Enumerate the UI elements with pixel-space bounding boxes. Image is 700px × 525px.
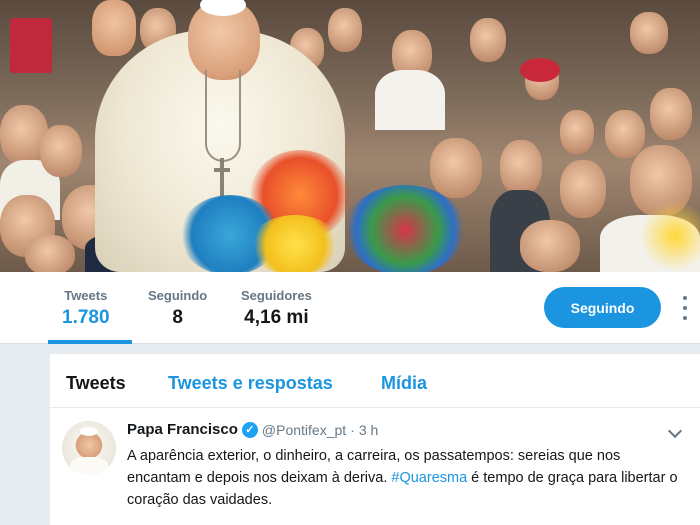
stat-label: Seguindo <box>148 288 208 303</box>
crowd-shirt <box>375 70 445 130</box>
stat-followers[interactable]: Seguidores 4,16 mi <box>241 288 312 329</box>
stat-value: 8 <box>172 307 183 328</box>
tab-tweets-and-replies[interactable]: Tweets e respostas <box>168 373 333 394</box>
crowd-face <box>25 235 75 272</box>
crowd-face <box>328 8 362 52</box>
timeline-tabs: Tweets Tweets e respostas Mídia <box>50 354 700 408</box>
stat-label: Seguidores <box>241 288 312 303</box>
stat-value: 4,16 mi <box>244 307 309 328</box>
author-handle[interactable]: @Pontifex_pt <box>262 422 346 438</box>
active-stat-indicator <box>48 340 132 344</box>
chevron-down-icon[interactable] <box>667 423 683 439</box>
red-cap <box>520 58 560 82</box>
crowd-face <box>560 110 594 154</box>
stat-value: 1.780 <box>62 307 110 328</box>
author-name[interactable]: Papa Francisco <box>127 421 238 438</box>
stat-label: Tweets <box>64 288 108 303</box>
verified-icon: ✓ <box>241 421 258 438</box>
pectoral-chain <box>205 70 241 162</box>
tweet-text: A aparência exterior, o dinheiro, a carr… <box>127 445 687 511</box>
crowd-face <box>470 18 506 62</box>
crowd-face <box>605 110 645 158</box>
more-options-icon[interactable] <box>680 296 690 320</box>
twitter-profile-page: Tweets 1.780 Seguindo 8 Seguidores 4,16 … <box>0 0 700 525</box>
avatar[interactable] <box>62 421 116 475</box>
following-button[interactable]: Seguindo <box>544 287 661 328</box>
red-phone-cover <box>10 18 52 73</box>
crowd-face <box>630 12 668 54</box>
hashtag-link[interactable]: #Quaresma <box>391 470 467 486</box>
crowd-face <box>650 88 692 140</box>
timeline: Tweets Tweets e respostas Mídia Papa Fra… <box>50 354 700 525</box>
crowd-face <box>520 220 580 272</box>
crowd-face <box>430 138 482 198</box>
header-photo <box>0 0 700 272</box>
yellow-feather <box>250 215 340 272</box>
stat-tweets[interactable]: Tweets 1.780 <box>62 288 110 329</box>
crowd-face <box>500 140 542 195</box>
tab-tweets[interactable]: Tweets <box>66 373 126 394</box>
multicolor-feather <box>345 185 465 272</box>
tweet-header: Papa Francisco ✓ @Pontifex_pt · 3 h <box>127 421 378 438</box>
tweet-time[interactable]: 3 h <box>359 422 378 438</box>
crowd-face <box>560 160 606 218</box>
tweet[interactable]: Papa Francisco ✓ @Pontifex_pt · 3 h A ap… <box>50 409 700 525</box>
raised-hand <box>92 0 136 56</box>
separator: · <box>350 421 355 438</box>
stat-following[interactable]: Seguindo 8 <box>148 288 207 329</box>
yellow-flag <box>640 200 700 272</box>
tab-media[interactable]: Mídia <box>381 373 427 394</box>
crowd-face <box>40 125 82 177</box>
pectoral-cross-icon <box>214 158 230 198</box>
